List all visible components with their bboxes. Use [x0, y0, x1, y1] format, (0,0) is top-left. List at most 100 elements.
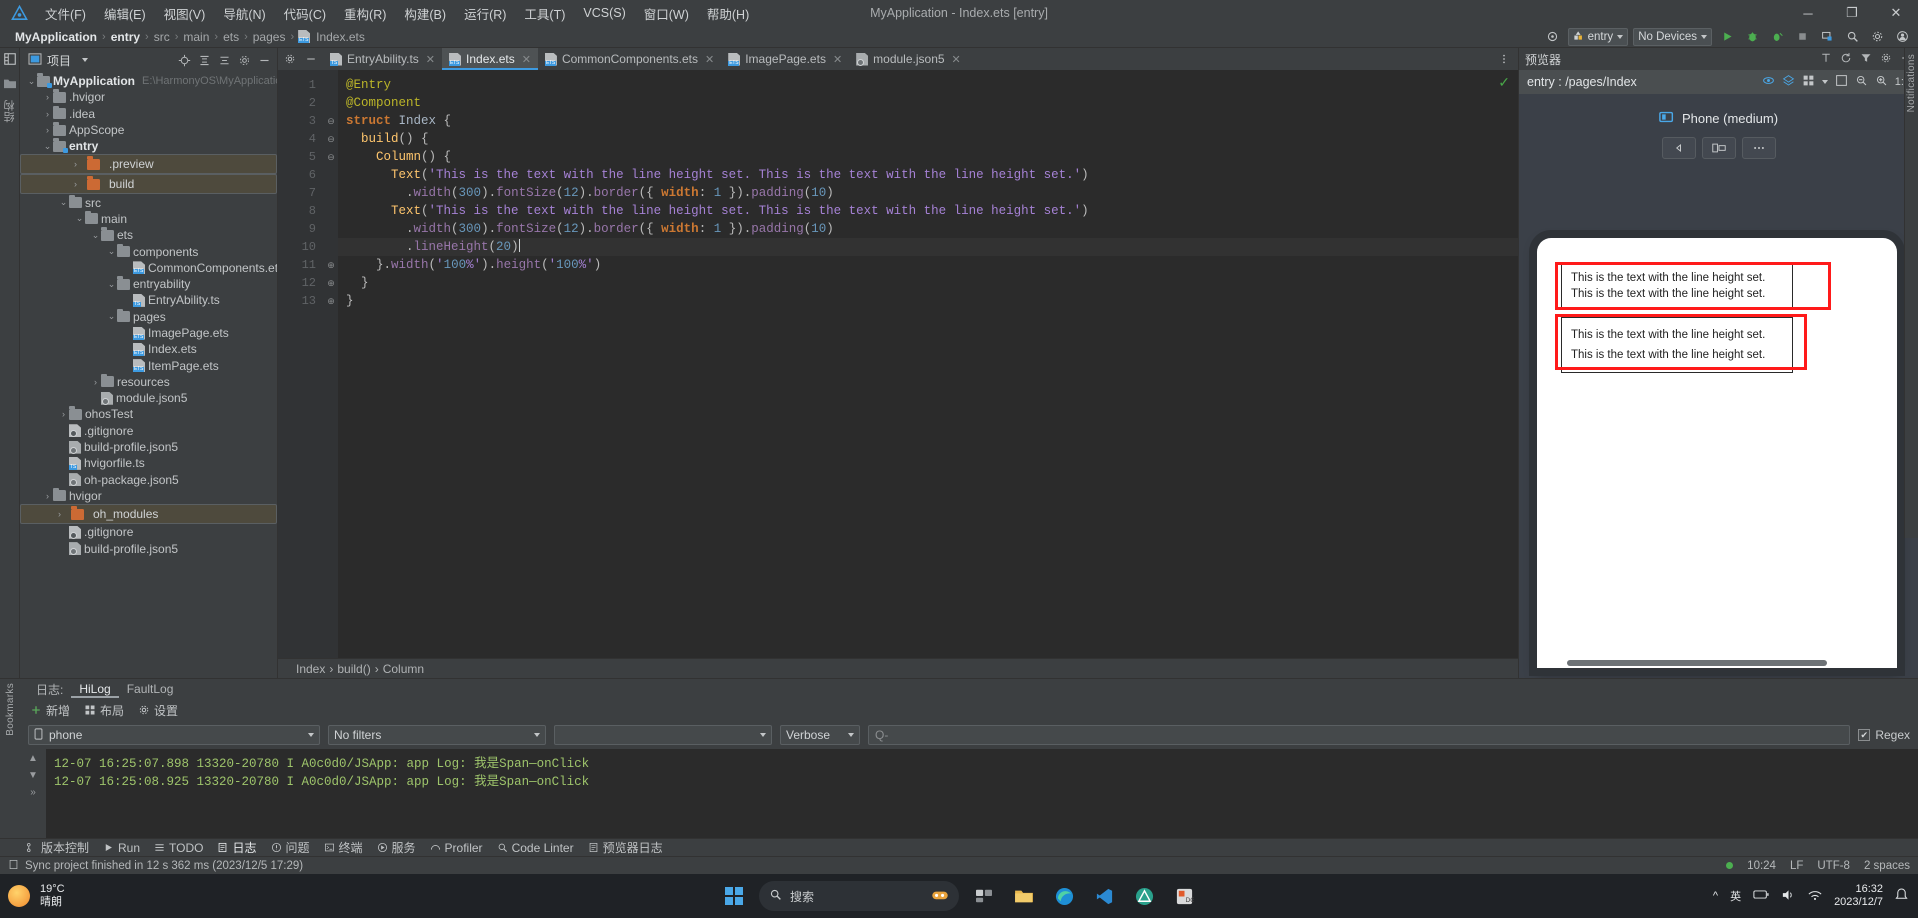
fold-marker[interactable] — [324, 184, 338, 202]
menu-build[interactable]: 构建(B) — [395, 1, 455, 26]
tree-node-src[interactable]: ⌄ src — [20, 194, 277, 210]
locate-icon[interactable] — [175, 51, 193, 69]
app-icon[interactable]: DG — [1169, 881, 1199, 911]
tool-code-linter[interactable]: Code Linter — [497, 841, 574, 855]
fit-icon[interactable] — [1835, 74, 1848, 90]
gear-icon[interactable] — [1880, 52, 1892, 67]
tree-toggle-icon[interactable]: › — [70, 159, 81, 169]
taskview-icon[interactable] — [969, 881, 999, 911]
zoom-in-icon[interactable] — [1875, 74, 1888, 90]
tree-node-hvigor[interactable]: › hvigor — [20, 487, 277, 504]
tree-toggle-icon[interactable]: › — [42, 92, 53, 102]
menu-run[interactable]: 运行(R) — [455, 1, 515, 26]
breadcrumb-ets[interactable]: ets — [220, 30, 242, 44]
status-indent[interactable]: 2 spaces — [1864, 860, 1910, 872]
tree-node-imagepage-ets[interactable]: ETS ImagePage.ets — [20, 325, 277, 341]
process-select[interactable] — [554, 725, 772, 745]
tree-node-ets[interactable]: ⌄ ets — [20, 227, 277, 243]
fold-marker[interactable] — [324, 166, 338, 184]
tool-todo[interactable]: TODO — [154, 841, 203, 855]
folder-rail-icon[interactable] — [3, 77, 17, 92]
editor-breadcrumb-struct[interactable]: Index — [296, 662, 325, 676]
tree-node-myapplication[interactable]: ⌄ MyApplication E:\HarmonyOS\MyApplicatio — [20, 73, 277, 89]
code-folding-column[interactable]: ⊖ ⊖ ⊖ ⊕ ⊕ ⊕ — [324, 70, 338, 658]
breadcrumb-entry[interactable]: entry — [108, 30, 143, 44]
gear-icon[interactable] — [1867, 28, 1887, 46]
orientation-icon[interactable] — [1701, 137, 1736, 159]
menu-edit[interactable]: 编辑(E) — [95, 1, 155, 26]
code-content[interactable]: @Entry @Component struct Index { build() {… — [338, 70, 1518, 658]
tool-problems[interactable]: 问题 — [271, 839, 310, 856]
device-manager-icon[interactable] — [1817, 28, 1837, 46]
expand-more-icon[interactable]: » — [30, 787, 36, 798]
breadcrumb-file[interactable]: Index.ets — [313, 30, 368, 44]
tray-network-icon[interactable] — [1808, 889, 1822, 904]
tray-chevron-icon[interactable]: ^ — [1713, 890, 1718, 902]
eye-icon[interactable] — [1762, 74, 1775, 90]
tree-node-components[interactable]: ⌄ components — [20, 243, 277, 259]
editor-tab-index-ets[interactable]: ETS Index.ets ✕ — [442, 48, 538, 70]
ime-indicator[interactable]: 英 — [1730, 888, 1741, 904]
previewer-canvas[interactable]: Phone (medium) This is the text with the… — [1519, 94, 1918, 678]
fold-marker[interactable]: ⊖ — [324, 130, 338, 148]
tree-toggle-icon[interactable]: › — [58, 409, 69, 419]
taskbar-clock[interactable]: 16:32 2023/12/7 — [1834, 883, 1883, 909]
taskbar-search[interactable]: 搜索 — [759, 881, 959, 911]
settings-icon[interactable] — [235, 51, 253, 69]
project-view-icon[interactable] — [3, 52, 17, 69]
tree-node-entryability-ts[interactable]: TS EntryAbility.ts — [20, 292, 277, 308]
project-tree[interactable]: ⌄ MyApplication E:\HarmonyOS\MyApplicatio ›… — [20, 72, 277, 678]
zoom-out-icon[interactable] — [1855, 74, 1868, 90]
bookmarks-rail-label[interactable]: Bookmarks — [5, 683, 16, 736]
device-selector[interactable]: No Devices — [1633, 27, 1712, 46]
log-tab-faultlog[interactable]: FaultLog — [119, 680, 182, 698]
device-preview-frame[interactable]: This is the text with the line height se… — [1537, 238, 1897, 668]
editor-tab-commoncomponents-ets[interactable]: ETS CommonComponents.ets ✕ — [538, 48, 721, 70]
tree-node-build-profile-json5[interactable]: build-profile.json5 — [20, 540, 277, 556]
close-icon[interactable]: ✕ — [522, 53, 531, 66]
minimize-button[interactable]: ─ — [1786, 0, 1830, 26]
more-options-icon[interactable] — [1741, 137, 1776, 159]
debug-icon[interactable] — [1742, 28, 1762, 46]
tree-node-commoncomponents-ets[interactable]: ETS CommonComponents.ets — [20, 260, 277, 276]
tree-toggle-icon[interactable]: ⌄ — [42, 141, 53, 152]
tree-node-itempage-ets[interactable]: ETS ItemPage.ets — [20, 357, 277, 373]
tool-terminal[interactable]: 终端 — [324, 839, 363, 856]
log-tab-log[interactable]: 日志: — [28, 679, 71, 700]
fold-marker[interactable]: ⊕ — [324, 292, 338, 310]
code-editor[interactable]: 1 2 3 4 5 6 7 8 9 10 11 12 13 ⊖ ⊖ ⊖ ⊕ ⊕ ⊕ @Entry @Componen… — [278, 70, 1518, 658]
tree-node-hvigorfile-ts[interactable]: TS hvigorfile.ts — [20, 455, 277, 471]
fold-marker[interactable]: ⊖ — [324, 148, 338, 166]
tree-node--idea[interactable]: › .idea — [20, 105, 277, 122]
expand-icon[interactable] — [215, 51, 233, 69]
layers-icon[interactable] — [1782, 74, 1795, 90]
scroll-down-icon[interactable]: ▼ — [28, 770, 38, 781]
tree-node-main[interactable]: ⌄ main — [20, 210, 277, 227]
grid-icon[interactable] — [1802, 74, 1815, 90]
fold-marker[interactable] — [324, 76, 338, 94]
log-settings-button[interactable]: 设置 — [138, 702, 178, 719]
fold-marker[interactable]: ⊖ — [324, 112, 338, 130]
level-select[interactable]: Verbose — [780, 725, 860, 745]
filter-select[interactable]: No filters — [328, 725, 546, 745]
log-tab-hilog[interactable]: HiLog — [71, 680, 118, 698]
regex-checkbox[interactable]: ✔ Regex — [1858, 728, 1910, 742]
tree-toggle-icon[interactable]: › — [70, 179, 81, 189]
tree-toggle-icon[interactable]: ⌄ — [106, 246, 117, 257]
tree-toggle-icon[interactable]: ⌄ — [106, 311, 117, 322]
log-layout-button[interactable]: 布局 — [84, 702, 124, 719]
rotate-left-icon[interactable] — [1661, 137, 1696, 159]
close-button[interactable]: ✕ — [1874, 0, 1918, 26]
tree-node-pages[interactable]: ⌄ pages — [20, 308, 277, 325]
editor-tab-overflow[interactable] — [1490, 48, 1518, 70]
tree-node--preview[interactable]: › .preview — [20, 154, 277, 175]
vscode-icon[interactable] — [1089, 881, 1119, 911]
start-button[interactable] — [719, 881, 749, 911]
file-explorer-icon[interactable] — [1009, 881, 1039, 911]
breadcrumb-src[interactable]: src — [151, 30, 173, 44]
copilot-icon[interactable] — [931, 889, 949, 904]
fold-marker[interactable] — [324, 220, 338, 238]
tree-node-entryability[interactable]: ⌄ entryability — [20, 276, 277, 292]
menu-file[interactable]: 文件(F) — [36, 1, 95, 26]
log-search-input[interactable]: Q- — [868, 725, 1851, 745]
